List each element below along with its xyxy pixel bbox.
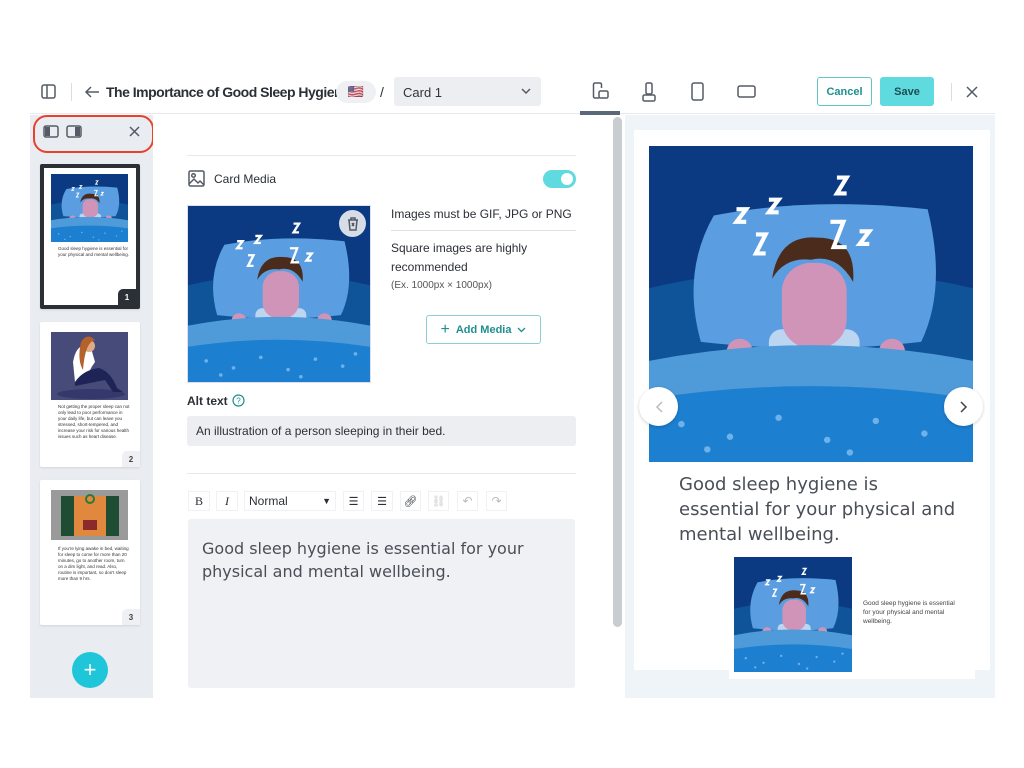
card-thumbnail-image (51, 332, 128, 400)
card-thumbnail-image (51, 174, 128, 242)
highlight-annotation (33, 115, 154, 153)
unlink-button[interactable]: ⛓ (428, 491, 449, 511)
page-title: The Importance of Good Sleep Hygiene (106, 84, 350, 100)
close-icon[interactable] (966, 86, 978, 98)
format-select[interactable]: Normal ▼ (244, 491, 336, 511)
bullet-list-button[interactable]: ☰ (343, 491, 364, 511)
view-mobile-desktop-icon[interactable] (592, 82, 609, 100)
save-button[interactable]: Save (880, 77, 934, 106)
back-arrow-icon[interactable] (84, 85, 100, 99)
trash-icon (347, 216, 358, 231)
divider (187, 473, 576, 474)
card-media-label: Card Media (214, 172, 277, 186)
size-example: (Ex. 1000px × 1000px) (391, 280, 492, 291)
bullet-list-icon: ☰ (348, 495, 359, 508)
plus-icon: + (440, 320, 450, 338)
card-thumbnail-image (51, 490, 128, 540)
previous-button[interactable] (639, 387, 678, 426)
undo-button[interactable]: ↶ (457, 491, 478, 511)
format-value: Normal (249, 494, 288, 508)
sidebar-toggle-icon[interactable] (41, 84, 56, 99)
card-thumbnail-3[interactable]: If you're lying awake in bed, waiting fo… (40, 480, 140, 625)
cancel-button[interactable]: Cancel (817, 77, 872, 106)
card-thumbnail-text: Not getting the proper sleep can not onl… (58, 404, 130, 439)
card-media-toggle[interactable] (543, 170, 576, 188)
link-icon: 🔗︎ (403, 495, 418, 508)
italic-button[interactable]: I (216, 491, 238, 511)
card-select[interactable]: Card 1 (394, 77, 541, 106)
view-tablet-portrait-icon[interactable] (691, 82, 705, 102)
card-thumbnail-1[interactable]: Good sleep hygiene is essential for your… (40, 164, 140, 309)
card-thumbnail-text: If you're lying awake in bed, waiting fo… (58, 546, 129, 581)
chevron-right-icon (959, 400, 967, 413)
chevron-left-icon (655, 400, 663, 413)
preview-text: Good sleep hygiene is essential for your… (679, 474, 956, 545)
preview-small-image (734, 557, 852, 672)
bold-button[interactable]: B (188, 491, 210, 511)
delete-image-button[interactable] (339, 210, 366, 237)
chevron-down-icon (521, 88, 531, 94)
next-button[interactable] (944, 387, 983, 426)
language-flag-button[interactable]: 🇺🇸 (336, 81, 376, 103)
numbered-list-icon: ☰ (377, 495, 387, 508)
card-number: 1 (118, 289, 136, 305)
square-image-note: Square images are highly recommended (391, 241, 528, 274)
divider (71, 83, 72, 101)
numbered-list-button[interactable]: ☰ (371, 491, 393, 511)
editor-scrollbar[interactable] (613, 117, 622, 627)
add-media-button[interactable]: + Add Media (426, 315, 541, 344)
preview-small-text: Good sleep hygiene is essential for your… (863, 600, 955, 625)
preview-image (649, 146, 973, 462)
svg-text:?: ? (236, 397, 241, 406)
caret-down-icon: ▼ (322, 496, 331, 506)
view-landscape-icon[interactable] (737, 85, 757, 99)
undo-icon: ↶ (462, 494, 473, 508)
card-thumbnail-2[interactable]: Not getting the proper sleep can not onl… (40, 322, 140, 467)
link-button[interactable]: 🔗︎ (400, 491, 421, 511)
card-select-value: Card 1 (403, 85, 443, 100)
card-number: 3 (122, 609, 140, 625)
help-icon[interactable]: ? (232, 394, 245, 407)
card-number: 2 (122, 451, 140, 467)
divider (391, 230, 576, 231)
divider (951, 83, 952, 101)
redo-button[interactable]: ↷ (486, 491, 507, 511)
image-format-rule: Images must be GIF, JPG or PNG (391, 207, 572, 221)
unlink-icon: ⛓ (431, 495, 446, 508)
redo-icon: ↷ (491, 494, 502, 508)
add-card-button[interactable]: + (72, 652, 108, 688)
body-text-editor[interactable]: Good sleep hygiene is essential for your… (188, 519, 575, 688)
chevron-down-icon (518, 327, 526, 332)
view-mobile-portrait-icon[interactable] (642, 82, 656, 102)
alt-text-input[interactable]: An illustration of a person sleeping in … (187, 416, 576, 446)
divider (187, 155, 576, 156)
card-thumbnail-text: Good sleep hygiene is essential for your… (58, 246, 130, 257)
card-list-sidebar: Good sleep hygiene is essential for your… (30, 115, 154, 698)
breadcrumb-separator: / (380, 84, 384, 100)
alt-text-label: Alt text (187, 394, 228, 408)
add-media-label: Add Media (455, 323, 512, 336)
image-icon (188, 170, 205, 187)
